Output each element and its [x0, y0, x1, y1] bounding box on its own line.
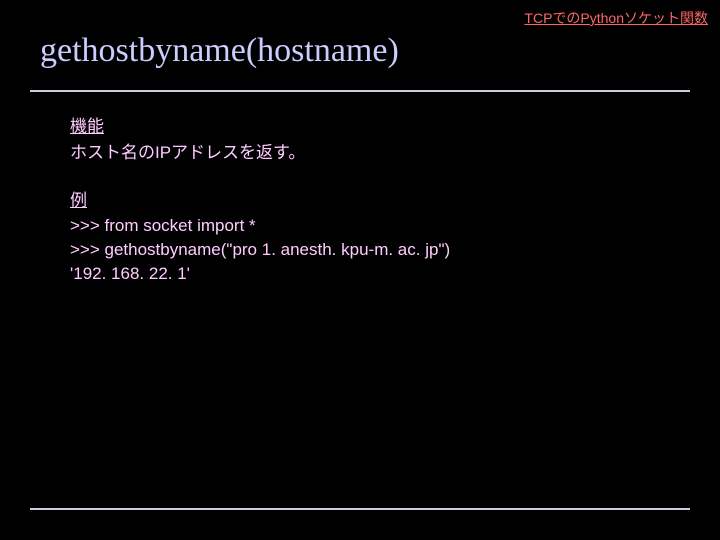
example-line: '192. 168. 22. 1' [70, 264, 190, 283]
function-description: ホスト名のIPアドレスを返す。 [70, 143, 305, 162]
bottom-divider [30, 508, 690, 510]
example-section-title: 例 [70, 189, 87, 213]
function-section-title: 機能 [70, 115, 104, 139]
function-block: 機能 ホスト名のIPアドレスを返す。 [70, 115, 660, 165]
example-line: >>> gethostbyname("pro 1. anesth. kpu-m.… [70, 240, 450, 259]
slide-topic: TCPでのPythonソケット関数 [524, 8, 708, 28]
example-block: 例 >>> from socket import * >>> gethostby… [70, 189, 660, 286]
example-line: >>> from socket import * [70, 216, 256, 235]
slide: TCPでのPythonソケット関数 gethostbyname(hostname… [0, 0, 720, 540]
slide-body: 機能 ホスト名のIPアドレスを返す。 例 >>> from socket imp… [70, 115, 660, 310]
title-divider [30, 90, 690, 92]
slide-title: gethostbyname(hostname) [40, 32, 680, 84]
